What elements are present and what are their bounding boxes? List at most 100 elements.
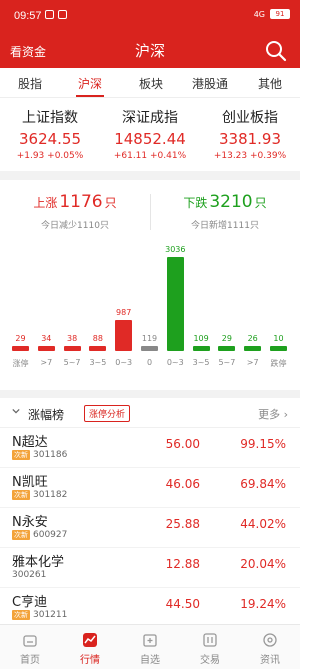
stock-sub: 300261 bbox=[12, 570, 46, 580]
stock-price: 56.00 bbox=[165, 437, 200, 451]
new-stock-badge: 次新 bbox=[12, 530, 30, 540]
news-compass-icon bbox=[263, 633, 277, 647]
chart-bar bbox=[270, 346, 287, 351]
chart-bar bbox=[244, 346, 262, 351]
index-card-sz[interactable]: 深证成指 14852.44 +61.11 +0.41% bbox=[100, 107, 200, 161]
more-label: 更多 bbox=[258, 408, 281, 421]
nav-label: 首页 bbox=[20, 655, 40, 666]
message-icon bbox=[58, 10, 67, 19]
chevron-down-icon[interactable] bbox=[12, 407, 20, 415]
nav-label: 交易 bbox=[200, 655, 220, 666]
new-stock-badge: 次新 bbox=[12, 610, 30, 620]
tab-hk-connect[interactable]: 港股通 bbox=[192, 75, 228, 92]
stock-pct: 20.04% bbox=[240, 557, 286, 571]
stock-name: C亨迪 bbox=[12, 595, 48, 610]
nav-market[interactable]: 行情 bbox=[60, 625, 120, 669]
chart-bar-value: 10 bbox=[273, 334, 284, 343]
page-title: 沪深 bbox=[134, 42, 165, 60]
chart-bar bbox=[12, 346, 29, 351]
index-change-pct: +0.39% bbox=[250, 151, 287, 161]
index-name: 深证成指 bbox=[122, 110, 178, 126]
chart-bar bbox=[166, 257, 184, 351]
market-chart-icon bbox=[83, 633, 97, 647]
stock-name: N超达 bbox=[12, 435, 48, 450]
index-name: 创业板指 bbox=[222, 110, 278, 126]
new-stock-badge: 次新 bbox=[12, 490, 30, 500]
chart-bar-value: 119 bbox=[141, 334, 158, 343]
notification-icon bbox=[45, 10, 54, 19]
index-change-pct: +0.41% bbox=[150, 151, 187, 161]
tab-shsz[interactable]: 沪深 bbox=[78, 75, 102, 92]
status-bar: 09:57 4G 91 bbox=[0, 0, 300, 34]
battery-icon: 91 bbox=[270, 9, 290, 19]
trade-icon bbox=[203, 633, 217, 647]
stock-price: 44.50 bbox=[165, 597, 200, 611]
chart-bar bbox=[192, 346, 210, 351]
list-item[interactable]: C亨迪 次新 301211 44.50 19.24% bbox=[0, 588, 300, 628]
stock-sub: 次新 301182 bbox=[12, 490, 67, 500]
stock-pct: 69.84% bbox=[240, 477, 286, 491]
network-label: 4G bbox=[253, 9, 265, 19]
more-link[interactable]: 更多 › bbox=[258, 406, 288, 422]
status-time: 09:57 bbox=[14, 10, 42, 22]
stock-name: N永安 bbox=[12, 515, 48, 530]
search-icon[interactable] bbox=[264, 39, 288, 63]
limit-up-analysis-button[interactable]: 涨停分析 bbox=[84, 405, 131, 422]
nav-home[interactable]: 首页 bbox=[0, 625, 60, 669]
chart-bar bbox=[218, 346, 236, 351]
notification-icons bbox=[45, 10, 67, 19]
stock-pct: 99.15% bbox=[240, 437, 286, 451]
index-change: +1.93 +0.05% bbox=[0, 151, 100, 161]
list-item[interactable]: N凯旺 次新 301182 46.06 69.84% bbox=[0, 468, 300, 508]
list-item[interactable]: N永安 次新 600927 25.88 44.02% bbox=[0, 508, 300, 548]
new-stock-badge: 次新 bbox=[12, 450, 30, 460]
stock-sub: 次新 301186 bbox=[12, 450, 67, 460]
nav-label: 行情 bbox=[80, 655, 100, 666]
list-item[interactable]: 雅本化学 300261 12.88 20.04% bbox=[0, 548, 300, 588]
home-icon bbox=[23, 635, 37, 647]
stock-price: 25.88 bbox=[165, 517, 200, 531]
chart-bar-value: 987 bbox=[116, 308, 132, 317]
chart-bar bbox=[63, 346, 81, 351]
stock-price: 46.06 bbox=[165, 477, 200, 491]
chart-bar bbox=[89, 346, 107, 351]
index-change-abs: +1.93 bbox=[16, 151, 45, 161]
nav-news[interactable]: 资讯 bbox=[240, 625, 300, 669]
chart-category-label: 跌停 bbox=[270, 359, 287, 368]
updown-panel[interactable]: 上涨 1176 只 今日减少1110只 下跌 3210 只 今日新增1111只 29 涨停… bbox=[0, 180, 300, 390]
rank-title[interactable]: 涨幅榜 bbox=[28, 406, 64, 423]
stock-code: 301211 bbox=[33, 610, 68, 620]
index-value: 3381.93 bbox=[218, 130, 282, 148]
market-tabs: 股指 沪深 板块 港股通 其他 bbox=[0, 68, 300, 98]
nav-label: 资讯 bbox=[260, 655, 280, 666]
tab-index[interactable]: 股指 bbox=[18, 75, 42, 92]
index-change: +61.11 +0.41% bbox=[100, 151, 200, 161]
status-right: 4G 91 bbox=[254, 9, 290, 19]
stock-sub: 次新 301211 bbox=[12, 610, 67, 620]
tab-sectors[interactable]: 板块 bbox=[139, 75, 163, 92]
distribution-chart: 29 涨停 34 >7 38 5~7 88 3~5 987 0~3 119 0 3036 0~3 109 3~… bbox=[0, 180, 300, 390]
list-item[interactable]: N超达 次新 301186 56.00 99.15% bbox=[0, 428, 300, 468]
stock-code: 300261 bbox=[12, 570, 47, 580]
index-value: 3624.55 bbox=[18, 130, 82, 148]
tab-other[interactable]: 其他 bbox=[258, 75, 282, 92]
section-divider bbox=[0, 171, 300, 180]
index-card-cyb[interactable]: 创业板指 3381.93 +13.23 +0.39% bbox=[200, 107, 300, 161]
stock-name: N凯旺 bbox=[12, 475, 48, 490]
index-summary: 上证指数 3624.55 +1.93 +0.05% 深证成指 14852.44 … bbox=[0, 99, 300, 171]
index-change: +13.23 +0.39% bbox=[200, 151, 300, 161]
index-card-sh[interactable]: 上证指数 3624.55 +1.93 +0.05% bbox=[0, 107, 100, 161]
stock-price: 12.88 bbox=[165, 557, 200, 571]
stock-pct: 19.24% bbox=[240, 597, 286, 611]
chevron-right-icon: › bbox=[283, 408, 288, 421]
index-change-pct: +0.05% bbox=[47, 151, 84, 161]
nav-watchlist[interactable]: 自选 bbox=[120, 625, 180, 669]
chart-bar bbox=[37, 346, 55, 351]
stock-pct: 44.02% bbox=[240, 517, 286, 531]
watchlist-icon bbox=[143, 634, 157, 647]
app-header: 看资金 沪深 bbox=[0, 34, 300, 68]
nav-trade[interactable]: 交易 bbox=[180, 625, 240, 669]
stock-code: 301182 bbox=[33, 490, 68, 500]
index-name: 上证指数 bbox=[22, 110, 78, 126]
chart-bar-value: 3036 bbox=[165, 245, 186, 254]
